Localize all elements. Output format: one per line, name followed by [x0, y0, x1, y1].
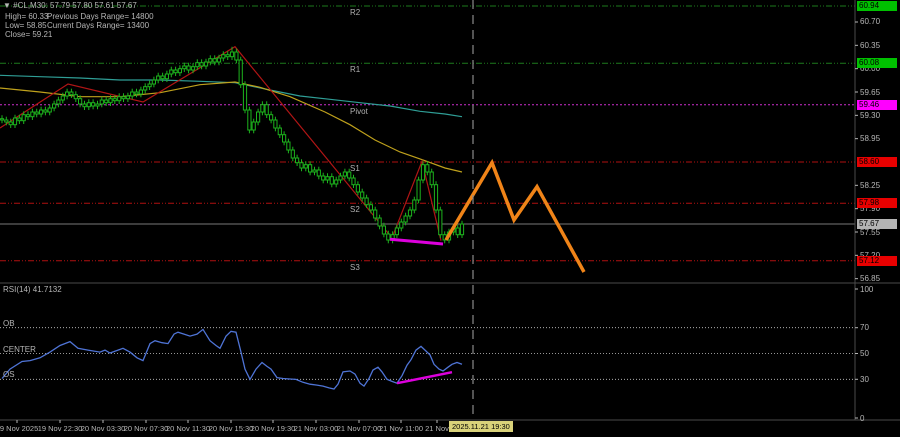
price-badge-57.98: 57.98 [857, 198, 897, 208]
price-tick-label: 60.70 [860, 17, 880, 26]
support-trendline [390, 239, 443, 244]
time-tick-label: 20 Nov 03:30 [81, 424, 126, 433]
rsi-tick-label: 70 [860, 323, 869, 332]
pivot-label-S1: S1 [350, 164, 360, 173]
time-tick-label: 20 Nov 11:30 [166, 424, 210, 433]
time-tick-label: 21 Nov [425, 424, 449, 433]
price-tick-label: 56.85 [860, 274, 880, 283]
price-badge-60.08: 60.08 [857, 58, 897, 68]
time-tick-label: 19 Nov 22:30 [38, 424, 83, 433]
pivot-label-S2: S2 [350, 205, 360, 214]
prev-close-label: Close= 59.21 [5, 30, 52, 39]
pivot-label-R2: R2 [350, 8, 360, 17]
rsi-tick-label: 30 [860, 375, 869, 384]
curr-range-label: Current Days Range= 13400 [47, 21, 149, 30]
time-tick-label: 20 Nov 15:30 [209, 424, 254, 433]
pivot-label-R1: R1 [350, 65, 360, 74]
rsi-tick-label: 50 [860, 349, 869, 358]
price-tick-label: 58.25 [860, 181, 880, 190]
cursor-time-badge: 2025.11.21 19:30 [449, 421, 513, 432]
symbol-ohlc-line: ▼ #CL,M30: 57.79 57.80 57.61 57.67 [3, 1, 137, 10]
price-badge-57.12: 57.12 [857, 256, 897, 266]
price-tick-label: 58.95 [860, 134, 880, 143]
rsi-line [2, 329, 462, 389]
time-tick-label: 20 Nov 07:30 [124, 424, 169, 433]
pivot-label-S3: S3 [350, 263, 360, 272]
rsi-tick-label: 100 [860, 285, 873, 294]
time-tick-label: 21 Nov 07:00 [337, 424, 382, 433]
time-tick-label: 19 Nov 2025 [0, 424, 38, 433]
candles-group [0, 47, 463, 244]
price-tick-label: 59.65 [860, 88, 880, 97]
pivot-label-P: Pivot [350, 107, 368, 116]
rsi-oversold-label: OS [3, 370, 15, 379]
price-badge-57.67: 57.67 [857, 219, 897, 229]
forecast-zigzag-line [446, 163, 584, 272]
price-tick-label: 60.35 [860, 41, 880, 50]
time-tick-label: 21 Nov 11:00 [379, 424, 423, 433]
price-badge-59.46: 59.46 [857, 100, 897, 110]
rsi-center-label: CENTER [3, 345, 36, 354]
chart-plot-area[interactable] [0, 0, 900, 437]
rsi-overbought-label: OB [3, 319, 15, 328]
prev-range-label: Previous Days Range= 14800 [47, 12, 154, 21]
rsi-indicator-label: RSI(14) 41.7132 [3, 285, 62, 294]
price-tick-label: 57.55 [860, 228, 880, 237]
prev-low-label: Low= 58.85 [5, 21, 47, 30]
rsi-tick-label: 0 [860, 414, 864, 423]
trading-chart-window: ▼ #CL,M30: 57.79 57.80 57.61 57.67 High=… [0, 0, 900, 437]
ma-fast-line [0, 82, 462, 172]
prev-high-label: High= 60.33 [5, 12, 48, 21]
price-badge-60.94: 60.94 [857, 1, 897, 11]
time-tick-label: 20 Nov 19:30 [251, 424, 296, 433]
rsi-divergence-line [397, 372, 452, 383]
price-tick-label: 59.30 [860, 111, 880, 120]
price-badge-58.60: 58.60 [857, 157, 897, 167]
time-tick-label: 21 Nov 03:00 [294, 424, 339, 433]
